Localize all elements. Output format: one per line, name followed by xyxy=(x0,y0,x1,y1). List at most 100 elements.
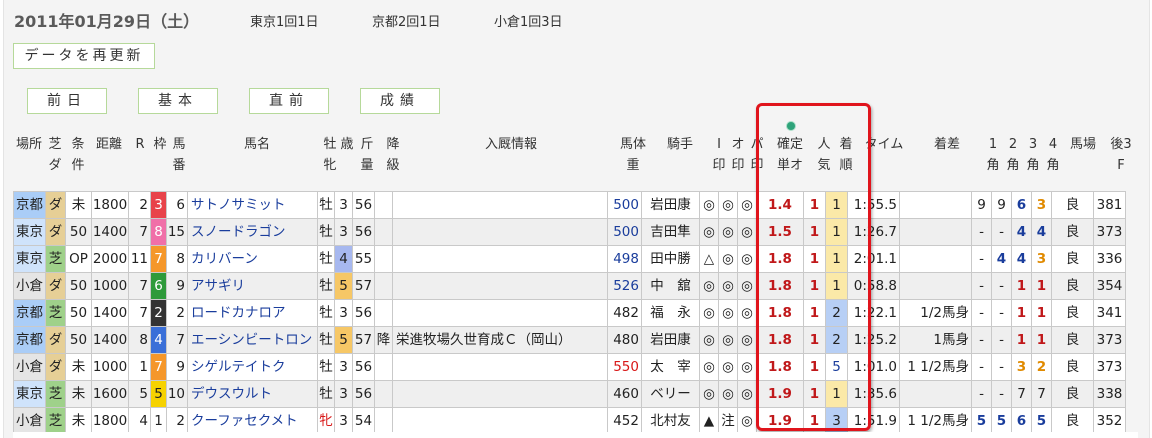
col-distance[interactable]: 距離 xyxy=(92,134,126,155)
basic-button[interactable]: 基本 xyxy=(138,88,218,114)
corner2-cell: - xyxy=(991,353,1012,381)
col-age[interactable]: 歳 xyxy=(339,134,355,155)
waku-cell: 7 xyxy=(150,353,167,381)
venue-kyoto: 京都2回1日 xyxy=(372,15,441,30)
table-row[interactable]: 東京芝 OP 2000 11 7 8 カリバーン牡 4 55 498 田中勝 △ ◎ ◎ 1.8 1 1 2:01… xyxy=(13,245,1126,273)
distance-cell: 1000 xyxy=(91,272,129,300)
odds-cell: 1.8 xyxy=(756,245,804,273)
col-condition[interactable]: 条件 xyxy=(66,134,90,176)
col-track[interactable]: 馬場 xyxy=(1064,134,1102,155)
horse-name-link[interactable]: カリバーン xyxy=(187,245,318,273)
table-row[interactable]: 京都ダ 50 1400 8 4 7 エーシンビートロン牡 5 57 降栄進牧場久世育成Ｃ（岡山） 4… xyxy=(13,326,1126,354)
race-number-cell: 7 xyxy=(128,272,151,300)
col-race[interactable]: R xyxy=(132,134,148,155)
p-mark-cell: ◎ xyxy=(737,407,757,435)
horse-name-link[interactable]: エーシンビートロン xyxy=(187,326,318,354)
i-mark-cell: ◎ xyxy=(699,272,719,300)
table-row[interactable]: 小倉芝未 1800 4 1 2 クーファセクメト牝 3 54 452 北村友 ▲ 注 ◎ 1.9 1 3 1:5… xyxy=(13,407,1126,435)
col-body-weight[interactable]: 馬体重 xyxy=(616,134,650,176)
col-corner-2[interactable]: 2角 xyxy=(1004,134,1022,176)
jockey-cell: 中 舘 xyxy=(641,272,700,300)
col-sex[interactable]: 牡牝 xyxy=(322,134,338,176)
col-corner-1[interactable]: 1角 xyxy=(984,134,1002,176)
venue-cell: 京都 xyxy=(13,299,46,327)
col-final-odds[interactable]: 確定 単オ xyxy=(770,134,810,176)
weight-cell: 56 xyxy=(352,353,375,381)
corner4-cell: 3 xyxy=(1031,191,1052,219)
class-cell xyxy=(374,353,393,381)
stable-info-cell xyxy=(392,245,608,273)
horse-name-link[interactable]: デウスウルト xyxy=(187,380,318,408)
margin-cell xyxy=(899,191,972,219)
popularity-cell: 1 xyxy=(803,380,826,408)
waku-cell: 8 xyxy=(150,218,167,246)
horse-name-link[interactable]: シゲルテイトク xyxy=(187,353,318,381)
col-venue[interactable]: 場所 xyxy=(14,134,44,155)
table-row[interactable]: 東京芝未 1600 5 5 10 デウスウルト牡 3 56 460 ベリー ◎ ◎ ◎ 1.9 1 1 1:35… xyxy=(13,380,1126,408)
i-mark-cell: ◎ xyxy=(699,218,719,246)
body-weight-cell: 452 xyxy=(607,407,642,435)
table-row[interactable]: 京都ダ未 1800 2 3 6 サトノサミット牡 3 56 500 岩田康 ◎ ◎ ◎ 1.4 1 1 1:55… xyxy=(13,191,1126,219)
horse-name-link[interactable]: スノードラゴン xyxy=(187,218,318,246)
col-last-3f[interactable]: 後3 F xyxy=(1106,134,1136,176)
col-p-mark[interactable]: パ印 xyxy=(748,134,766,176)
col-jockey[interactable]: 騎手 xyxy=(652,134,708,155)
refresh-data-button[interactable]: データを再更新 xyxy=(13,43,155,69)
col-corner-4[interactable]: 4角 xyxy=(1044,134,1062,176)
body-weight-cell: 526 xyxy=(607,272,642,300)
race-number-cell: 7 xyxy=(128,299,151,327)
corner1-cell: - xyxy=(971,218,992,246)
col-time[interactable]: タイム xyxy=(858,134,910,155)
body-weight-cell: 500 xyxy=(607,218,642,246)
o-mark-cell: ◎ xyxy=(718,245,738,273)
waku-cell: 7 xyxy=(150,245,167,273)
col-o-mark[interactable]: オ印 xyxy=(729,134,747,176)
class-cell xyxy=(374,380,393,408)
venue-tokyo: 東京1回1日 xyxy=(250,15,319,30)
col-i-mark[interactable]: I印 xyxy=(710,134,728,176)
col-weight[interactable]: 斤量 xyxy=(357,134,377,176)
prev-day-button[interactable]: 前日 xyxy=(27,88,107,114)
col-number[interactable]: 馬番 xyxy=(170,134,188,176)
just-before-button[interactable]: 直前 xyxy=(249,88,329,114)
col-margin[interactable]: 着差 xyxy=(912,134,982,155)
col-waku[interactable]: 枠 xyxy=(152,134,168,155)
results-button[interactable]: 成績 xyxy=(360,88,440,114)
col-rank[interactable]: 着順 xyxy=(836,134,856,176)
corner1-cell: 5 xyxy=(971,407,992,435)
corner1-cell: - xyxy=(971,380,992,408)
horse-name-link[interactable]: サトノサミット xyxy=(187,191,318,219)
condition-cell: 未 xyxy=(65,353,92,381)
rank-cell: 5 xyxy=(825,353,848,381)
col-stable-info[interactable]: 入厩情報 xyxy=(404,134,618,155)
col-class[interactable]: 降級 xyxy=(383,134,403,176)
age-cell: 3 xyxy=(334,191,353,219)
table-row[interactable]: 京都芝 50 1400 7 2 2 ロードカナロア牡 3 56 482 福 永 ◎ ◎ ◎ 1.8 1 2 1:2… xyxy=(13,299,1126,327)
table-row[interactable]: 東京ダ 50 1400 7 8 15 スノードラゴン牡 3 56 500 吉田隼 ◎ ◎ ◎ 1.5 1 1 1:… xyxy=(13,218,1126,246)
stable-info-cell xyxy=(392,191,608,219)
rank-cell: 1 xyxy=(825,191,848,219)
table-row[interactable]: 小倉ダ未 1000 1 7 9 シゲルテイトク牡 3 56 550 太 宰 ◎ ◎ ◎ 1.8 1 5 1:01… xyxy=(13,353,1126,381)
col-popularity[interactable]: 人気 xyxy=(814,134,834,176)
jockey-cell: 太 宰 xyxy=(641,353,700,381)
last3f-cell: 381 xyxy=(1093,191,1126,219)
o-mark-cell: 注 xyxy=(718,407,738,435)
age-cell: 3 xyxy=(334,299,353,327)
col-surface[interactable]: 芝ダ xyxy=(46,134,64,176)
col-horse-name[interactable]: 馬名 xyxy=(192,134,322,155)
last3f-cell: 341 xyxy=(1093,299,1126,327)
surface-cell: ダ xyxy=(45,218,66,246)
surface-cell: ダ xyxy=(45,191,66,219)
condition-cell: OP xyxy=(65,245,92,273)
time-cell: 1:35.6 xyxy=(847,380,900,408)
class-cell: 降 xyxy=(374,326,393,354)
stable-info-cell xyxy=(392,218,608,246)
table-row[interactable]: 小倉ダ 50 1000 7 6 9 アサギリ牡 5 57 526 中 舘 ◎ ◎ ◎ 1.8 1 1 0:58.8… xyxy=(13,272,1126,300)
horse-number-cell: 10 xyxy=(166,380,188,408)
rank-cell: 1 xyxy=(825,380,848,408)
horse-name-link[interactable]: ロードカナロア xyxy=(187,299,318,327)
horse-name-link[interactable]: アサギリ xyxy=(187,272,318,300)
horse-name-link[interactable]: クーファセクメト xyxy=(187,407,318,435)
class-cell xyxy=(374,272,393,300)
col-corner-3[interactable]: 3角 xyxy=(1024,134,1042,176)
